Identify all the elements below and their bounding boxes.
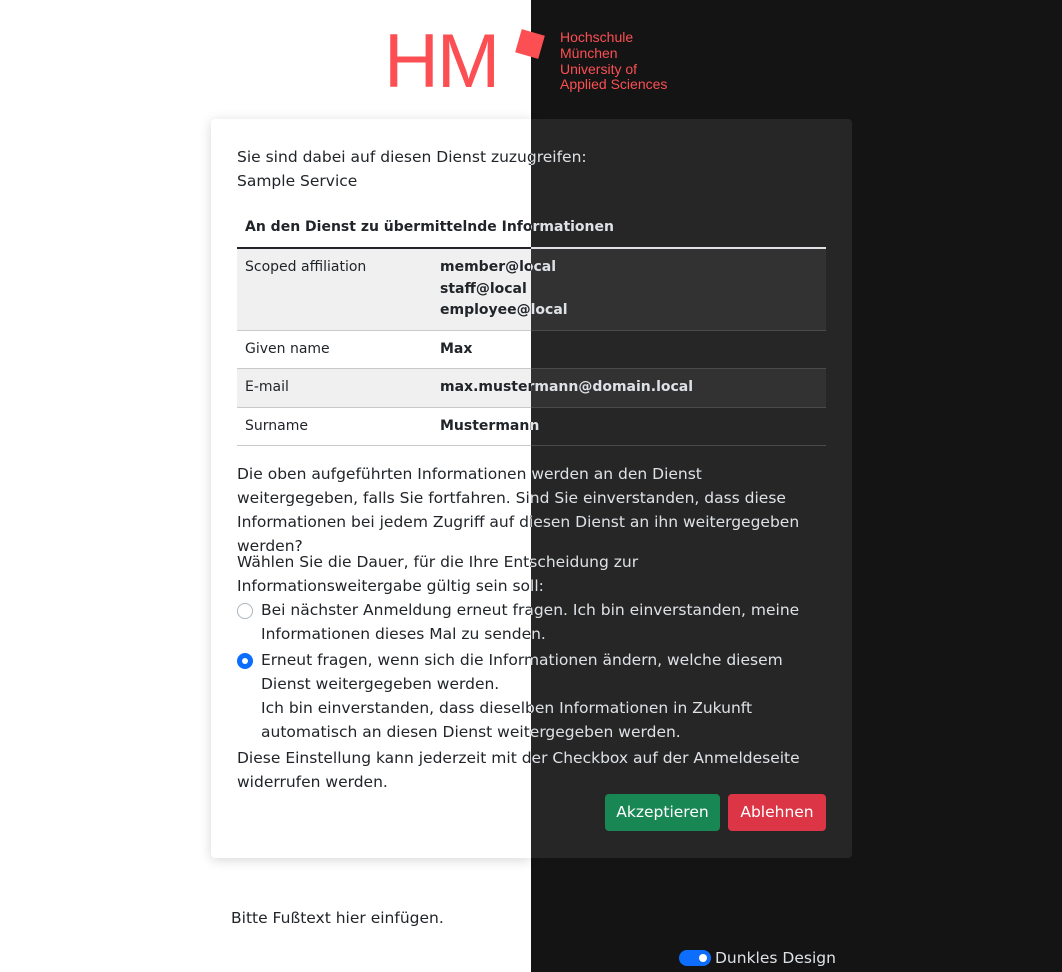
attribute-name: Scoped affiliation xyxy=(237,248,432,331)
reject-button[interactable]: Ablehnen xyxy=(728,794,826,831)
attribute-name: E-mail xyxy=(237,368,432,408)
accept-button[interactable]: Akzeptieren xyxy=(605,794,720,831)
radio-once[interactable] xyxy=(237,603,253,619)
radio-on-change[interactable] xyxy=(237,653,253,669)
dark-mode-switch[interactable] xyxy=(679,950,711,966)
footer-text: Bitte Fußtext hier einfügen. xyxy=(231,909,444,927)
dark-mode-label: Dunkles Design xyxy=(715,949,836,967)
attribute-name: Surname xyxy=(237,407,432,446)
attribute-name: Given name xyxy=(237,330,432,369)
